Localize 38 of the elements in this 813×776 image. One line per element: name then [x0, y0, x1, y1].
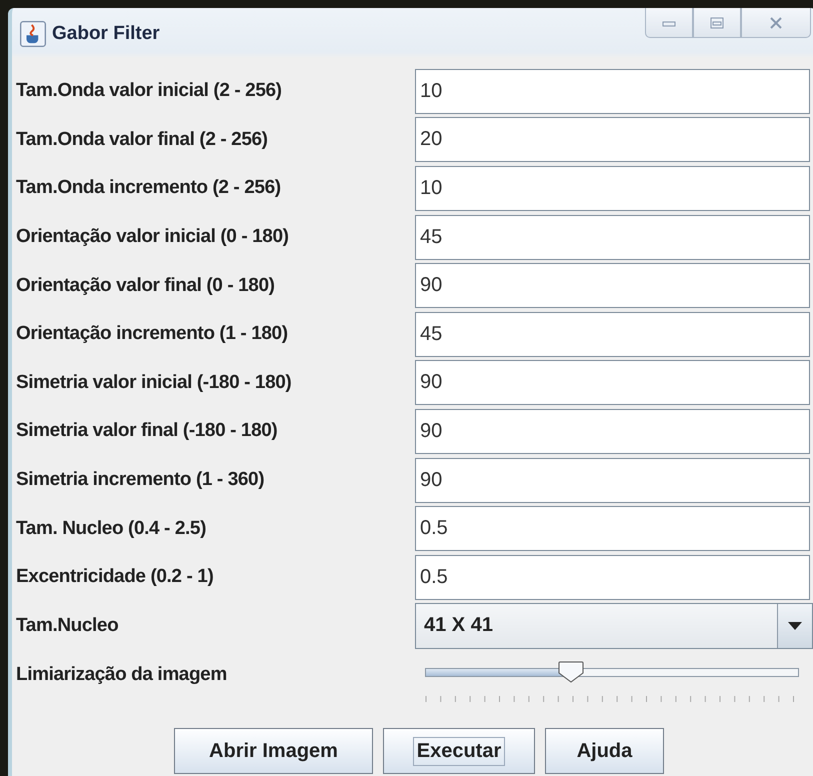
slider-thumb[interactable] — [558, 661, 584, 684]
minimize-icon — [662, 18, 676, 26]
close-button[interactable] — [741, 8, 811, 38]
field-label: Orientação incremento (1 - 180) — [16, 323, 289, 346]
java-cup-icon — [20, 21, 46, 47]
field-label: Simetria incremento (1 - 360) — [16, 469, 266, 492]
field-label: Orientação valor inicial (0 - 180) — [16, 226, 290, 248]
input-field[interactable]: 90 — [415, 360, 810, 406]
close-icon — [769, 16, 783, 28]
field-label: Limiarização da imagem — [16, 664, 228, 686]
action-button[interactable]: Abrir Imagem — [174, 728, 373, 774]
field-label: Tam.Nucleo — [16, 614, 120, 637]
field-label: Tam.Onda incremento (2 - 256) — [16, 177, 282, 200]
field-label: Tam. Nucleo (0.4 - 2.5) — [16, 518, 208, 540]
minimize-button[interactable] — [645, 8, 693, 38]
field-label: Simetria valor final (-180 - 180) — [16, 420, 278, 442]
input-field[interactable]: 45 — [415, 312, 810, 357]
input-field[interactable]: 0.5 — [415, 506, 810, 552]
input-field[interactable]: 10 — [415, 68, 810, 114]
action-button[interactable]: Executar — [383, 728, 535, 774]
input-field[interactable]: 20 — [415, 117, 810, 162]
input-field[interactable]: 10 — [415, 166, 810, 211]
field-label: Tam.Onda valor final (2 - 256) — [16, 128, 269, 151]
input-field[interactable]: 90 — [415, 458, 810, 503]
caret-icon — [788, 622, 802, 630]
action-button[interactable]: Ajuda — [545, 728, 664, 774]
input-field[interactable]: 0.5 — [415, 554, 810, 600]
maximize-button[interactable] — [693, 8, 741, 38]
window-title: Gabor Filter — [52, 23, 160, 45]
field-label: Orientação valor final (0 - 180) — [16, 274, 276, 297]
input-field[interactable]: 90 — [415, 263, 810, 308]
field-label: Simetria valor inicial (-180 - 180) — [16, 372, 292, 394]
size-dropdown[interactable]: 41 X 41 — [415, 602, 813, 649]
field-label: Excentricidade (0.2 - 1) — [16, 566, 214, 588]
maximize-icon — [710, 16, 724, 28]
input-field[interactable]: 90 — [415, 408, 810, 454]
field-label: Tam.Onda valor inicial (2 - 256) — [16, 80, 283, 102]
input-field[interactable]: 45 — [415, 214, 810, 260]
